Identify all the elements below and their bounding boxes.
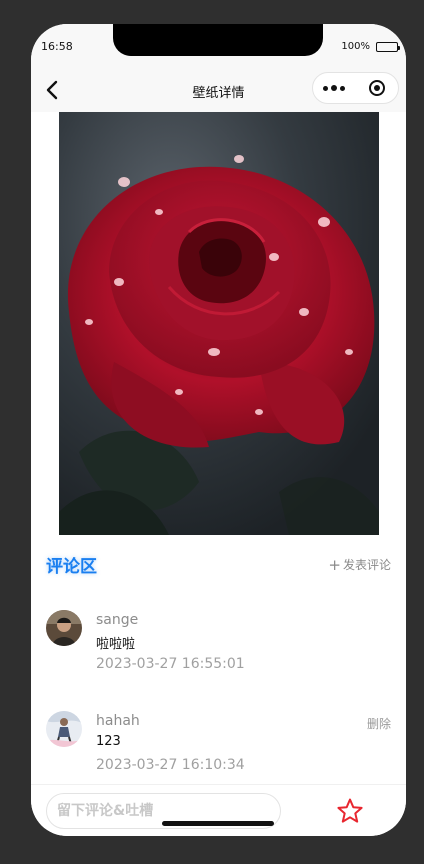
status-time: 16:58 (41, 40, 73, 53)
add-comment-label: 发表评论 (342, 558, 391, 572)
mini-program-capsule (312, 72, 399, 104)
comment-section-header: 评论区 + 发表评论 (46, 552, 391, 577)
navigation-bar: 壁纸详情 (31, 68, 406, 112)
add-comment-button[interactable]: + 发表评论 (328, 556, 391, 573)
bottom-action-bar (31, 784, 406, 836)
status-indicators: 100% (341, 41, 400, 52)
wallpaper-image[interactable] (59, 112, 379, 535)
delete-comment-button[interactable]: 删除 (367, 715, 391, 732)
comment-text: 123 (96, 734, 121, 749)
target-icon (368, 80, 385, 96)
phone-frame: 16:58 100% 壁纸详情 评论区 + 发表评论 sange 啦啦啦 202… (31, 24, 406, 836)
plus-icon: + (328, 555, 341, 574)
comment-username: hahah (96, 713, 140, 729)
avatar[interactable] (46, 711, 82, 747)
comment-timestamp: 2023-03-27 16:55:01 (96, 656, 245, 672)
star-icon[interactable] (336, 797, 364, 825)
comment-username: sange (96, 612, 139, 628)
comment-item: sange 啦啦啦 2023-03-27 16:55:01 (46, 610, 391, 680)
comment-timestamp: 2023-03-27 16:10:34 (96, 757, 245, 773)
comment-text: 啦啦啦 (96, 637, 136, 652)
battery-percent: 100% (341, 41, 370, 52)
home-indicator (162, 821, 274, 826)
more-button[interactable] (313, 73, 356, 103)
comment-section-title: 评论区 (46, 557, 97, 577)
more-dots-icon (323, 85, 329, 91)
avatar[interactable] (46, 610, 82, 646)
comment-item: hahah 删除 123 2023-03-27 16:10:34 (46, 711, 391, 781)
close-mini-program-button[interactable] (356, 73, 399, 103)
device-notch (113, 24, 323, 56)
battery-icon (376, 41, 400, 52)
